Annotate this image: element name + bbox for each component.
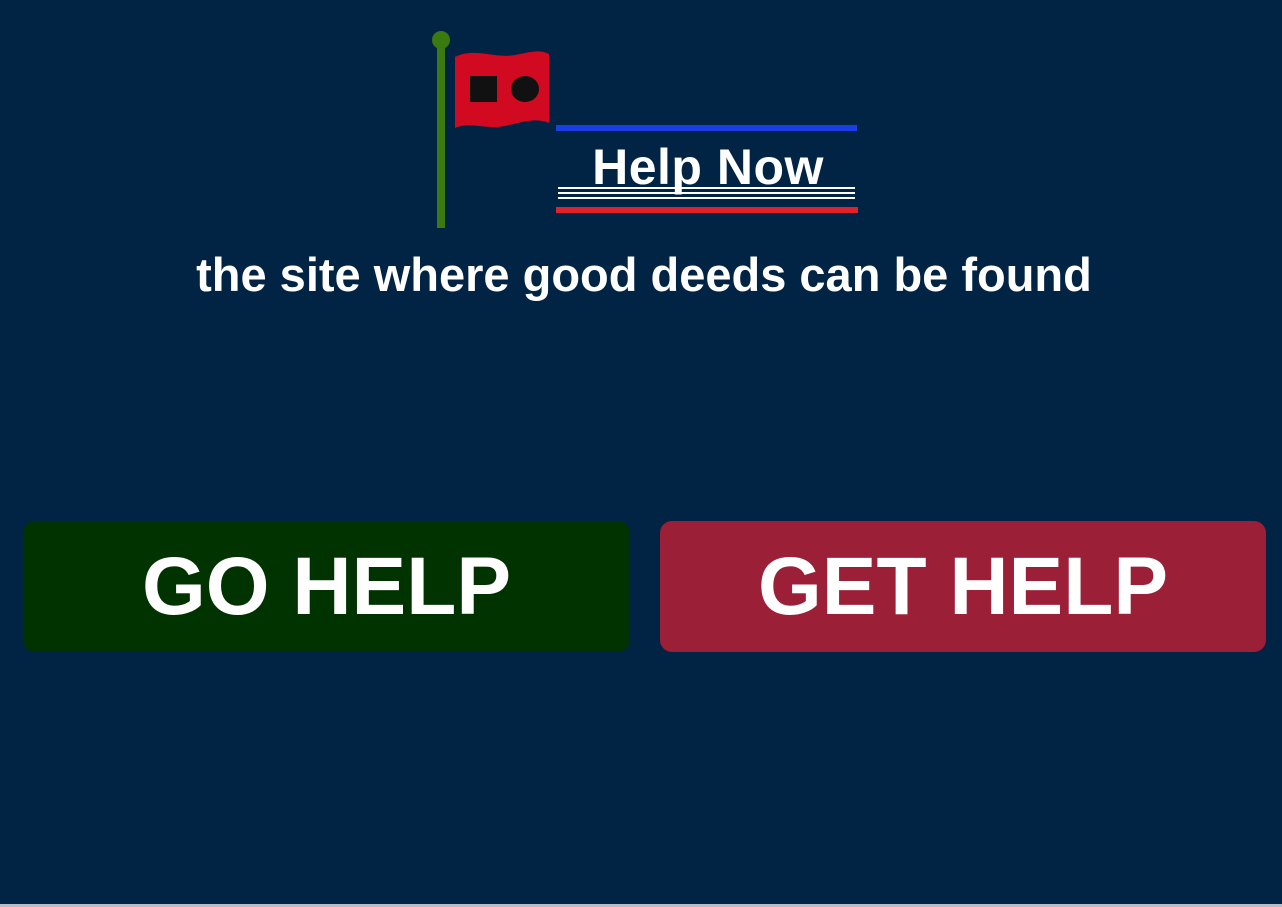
landing-page: Help Now the site where good deeds can b… bbox=[0, 0, 1282, 907]
help-now-logo bbox=[432, 31, 858, 228]
top-rule-blue bbox=[556, 125, 857, 131]
get-help-button[interactable]: GET HELP bbox=[660, 521, 1266, 652]
circle-icon bbox=[511, 76, 539, 102]
brand-name: Help Now bbox=[592, 139, 824, 195]
tagline: the site where good deeds can be found bbox=[196, 248, 1092, 301]
square-icon bbox=[470, 76, 497, 102]
flagpole-icon bbox=[432, 31, 450, 228]
flag-icon bbox=[455, 51, 549, 129]
bottom-rule-red bbox=[556, 207, 858, 213]
go-help-button[interactable]: GO HELP bbox=[23, 521, 630, 652]
